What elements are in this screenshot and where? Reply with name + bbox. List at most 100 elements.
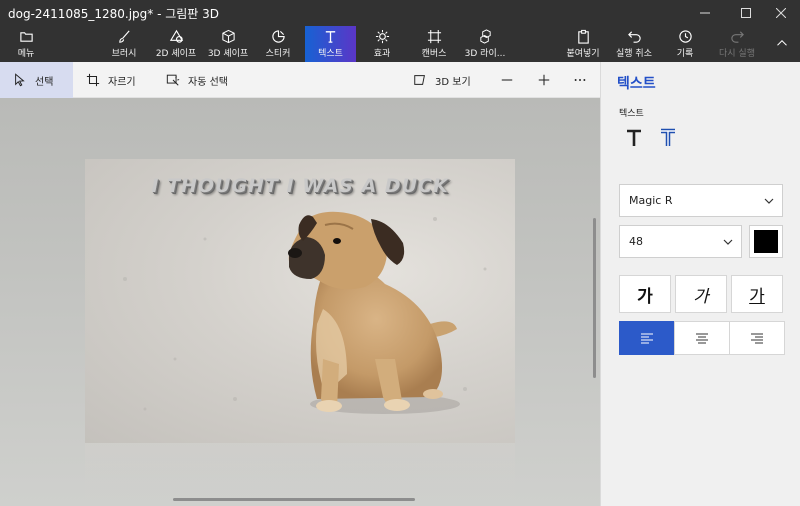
dog-image — [123, 211, 487, 414]
zoom-out-button[interactable] — [500, 62, 522, 98]
align-left-button[interactable] — [619, 321, 675, 355]
tool-label: 2D 셰이프 — [155, 49, 197, 59]
redo-icon — [730, 31, 744, 43]
bold-button[interactable]: 가 — [619, 275, 671, 313]
plus-icon — [538, 74, 550, 86]
maximize-icon — [741, 8, 751, 18]
window-title: dog-2411085_1280.jpg* - 그림판 3D — [8, 7, 220, 21]
2d-text-button[interactable] — [622, 126, 646, 150]
folder-icon — [19, 32, 33, 42]
menu-label: 메뉴 — [17, 49, 35, 59]
2d-shapes-icon — [169, 29, 183, 43]
close-button[interactable] — [762, 0, 800, 26]
magic-select-label: 자동 선택 — [188, 76, 228, 88]
align-center-icon — [696, 333, 708, 344]
chevron-down-icon — [723, 239, 733, 245]
history-icon — [678, 30, 692, 43]
canvas-icon — [427, 29, 441, 44]
history-button[interactable]: 기록 — [670, 26, 700, 62]
chevron-down-icon — [764, 198, 774, 204]
history-label: 기록 — [676, 49, 694, 59]
minus-icon — [501, 79, 513, 81]
font-size-select[interactable]: 48 — [619, 225, 742, 258]
tool-brushes[interactable]: 브러시 — [103, 26, 145, 62]
align-right-icon — [751, 333, 763, 344]
crop-button[interactable]: 자르기 — [86, 62, 136, 98]
canvas-image[interactable]: I THOUGHT I WAS A DUCK — [85, 159, 515, 443]
minimize-icon — [700, 12, 710, 14]
effects-icon — [375, 29, 389, 44]
zoom-in-button[interactable] — [537, 62, 559, 98]
font-select[interactable]: Magic R — [619, 184, 783, 217]
font-size-value: 48 — [629, 235, 643, 248]
sticker-icon — [271, 30, 285, 43]
tool-label: 스티커 — [265, 49, 291, 59]
vertical-scrollbar[interactable] — [593, 218, 596, 378]
view-3d-label: 3D 보기 — [435, 76, 471, 88]
minimize-button[interactable] — [686, 0, 724, 26]
tool-3d-shapes[interactable]: 3D 셰이프 — [204, 26, 252, 62]
paste-label: 붙여넣기 — [566, 49, 600, 59]
text-color-swatch[interactable] — [749, 225, 783, 258]
undo-button[interactable]: 실행 취소 — [611, 26, 657, 62]
3d-shapes-icon — [221, 29, 235, 44]
align-right-button[interactable] — [729, 321, 785, 355]
close-icon — [776, 8, 786, 18]
wordart-text[interactable]: I THOUGHT I WAS A DUCK — [85, 175, 515, 197]
canvas-reflection — [85, 443, 515, 503]
magic-select-button[interactable]: 자동 선택 — [166, 62, 228, 98]
view-3d-icon — [414, 75, 425, 85]
tool-label: 브러시 — [111, 49, 137, 59]
canvas-area[interactable]: I THOUGHT I WAS A DUCK — [0, 98, 600, 506]
font-value: Magic R — [629, 194, 673, 207]
3d-text-icon — [661, 128, 675, 146]
text-type-label: 텍스트 — [619, 109, 644, 119]
brush-icon — [118, 30, 130, 43]
tool-3d-library[interactable]: 3D 라이... — [460, 26, 510, 62]
undo-icon — [627, 31, 641, 43]
2d-text-icon — [627, 129, 641, 146]
collapse-ribbon-button[interactable] — [772, 26, 792, 62]
tool-label: 3D 셰이프 — [207, 49, 249, 59]
tool-effects[interactable]: 효과 — [362, 26, 402, 62]
tool-stickers[interactable]: 스티커 — [258, 26, 298, 62]
panel-title: 텍스트 — [617, 76, 656, 92]
title-bar: dog-2411085_1280.jpg* - 그림판 3D — [0, 0, 800, 26]
tool-canvas[interactable]: 캔버스 — [414, 26, 454, 62]
crop-icon — [86, 73, 100, 87]
more-icon — [574, 79, 586, 81]
underline-button[interactable]: 가 — [731, 275, 783, 313]
chevron-up-icon — [777, 40, 787, 46]
color-fill — [754, 230, 778, 253]
align-center-button[interactable] — [674, 321, 730, 355]
tool-text[interactable]: 텍스트 — [305, 26, 356, 62]
menu-button[interactable]: 메뉴 — [6, 26, 46, 62]
canvas-toolbar: 선택 자르기 자동 선택 3D 보기 — [0, 62, 600, 98]
tool-label: 3D 라이... — [464, 49, 506, 59]
magic-select-icon — [166, 74, 180, 86]
maximize-button[interactable] — [727, 0, 765, 26]
redo-label: 다시 실행 — [719, 49, 755, 59]
italic-label: 가 — [693, 286, 709, 307]
tool-2d-shapes[interactable]: 2D 셰이프 — [150, 26, 202, 62]
redo-button[interactable]: 다시 실행 — [714, 26, 760, 62]
3d-text-button[interactable] — [656, 126, 680, 150]
paste-icon — [577, 29, 589, 44]
align-left-icon — [641, 333, 653, 344]
italic-button[interactable]: 가 — [675, 275, 727, 313]
paste-button[interactable]: 붙여넣기 — [562, 26, 604, 62]
select-label: 선택 — [35, 76, 54, 88]
horizontal-scrollbar[interactable] — [173, 498, 415, 501]
tool-label: 텍스트 — [318, 49, 343, 59]
bold-label: 가 — [637, 286, 653, 307]
tool-label: 효과 — [373, 49, 391, 59]
tool-label: 캔버스 — [421, 49, 447, 59]
more-options-button[interactable] — [573, 62, 595, 98]
ribbon: 메뉴 브러시 2D 셰이프 3D 셰이프 스티커 텍스트 효과 캔버스 3D 라… — [0, 26, 800, 62]
underline-label: 가 — [749, 286, 765, 307]
select-button[interactable]: 선택 — [0, 62, 73, 98]
view-3d-button[interactable]: 3D 보기 — [413, 62, 471, 98]
3d-library-icon — [479, 29, 491, 44]
text-panel: 텍스트 텍스트 Magic R 48 가 가 가 — [600, 62, 800, 506]
crop-label: 자르기 — [108, 76, 136, 88]
